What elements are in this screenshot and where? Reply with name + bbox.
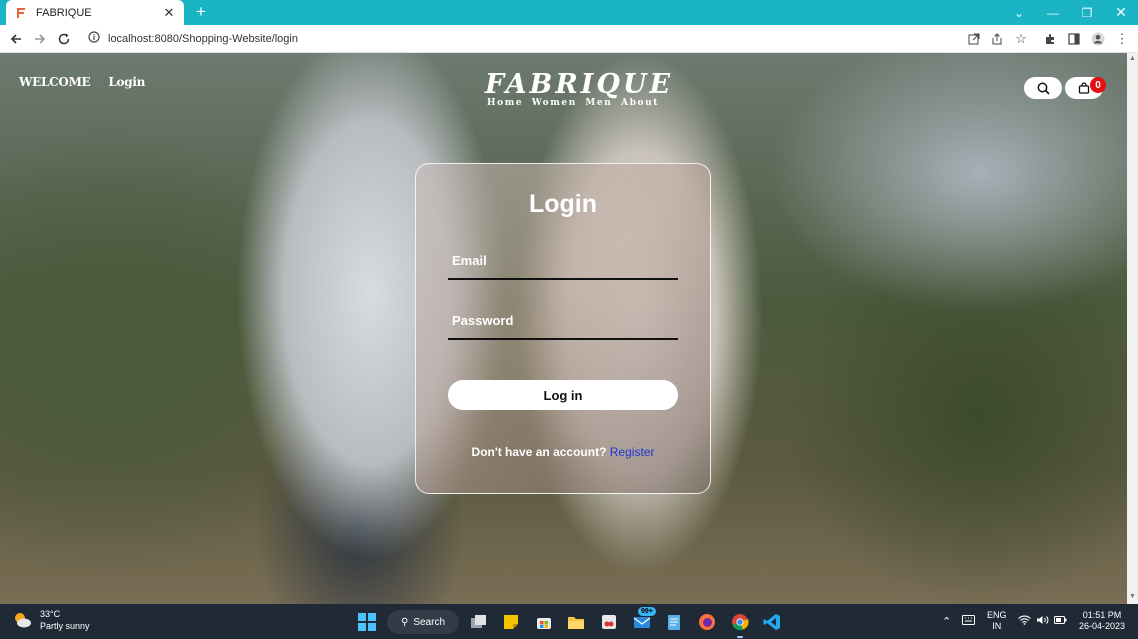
windows-logo-icon	[358, 613, 376, 631]
microsoft-store-icon[interactable]	[532, 610, 556, 634]
search-icon: ⚲	[401, 616, 409, 628]
login-title: Login	[528, 190, 598, 218]
cart-count-badge: 0	[1090, 77, 1106, 93]
nav-women[interactable]: Women	[532, 98, 577, 108]
weather-widget[interactable]: 33°C Partly sunny	[12, 608, 90, 632]
shopping-bag-icon	[1078, 82, 1090, 94]
open-in-app-icon[interactable]	[964, 29, 984, 49]
tab-strip: FABRIQUE ✕ + ⌄ — ❐ ✕	[0, 0, 1138, 25]
search-icon	[1037, 82, 1050, 95]
notepad-icon[interactable]	[662, 610, 686, 634]
wifi-icon[interactable]	[1018, 615, 1031, 628]
scroll-up-arrow-icon[interactable]: ▲	[1129, 55, 1136, 62]
taskbar-search-label: Search	[413, 616, 446, 628]
site-logo[interactable]: FABRIQUE Home Women Men About	[485, 69, 674, 109]
login-card: Login Email Password Log in Don't have a…	[415, 163, 711, 494]
chrome-icon[interactable]	[728, 610, 752, 634]
share-icon[interactable]	[987, 29, 1007, 49]
email-placeholder: Email	[452, 253, 487, 268]
tab-title: FABRIQUE	[36, 6, 92, 19]
vscode-icon[interactable]	[760, 610, 784, 634]
scroll-down-arrow-icon[interactable]: ▼	[1129, 593, 1136, 600]
side-panel-icon[interactable]	[1064, 29, 1084, 49]
show-hidden-icons-chevron-icon[interactable]: ⌃	[942, 615, 951, 628]
tab-search-chevron-icon[interactable]: ⌄	[1002, 0, 1036, 25]
sticky-notes-icon[interactable]	[499, 610, 523, 634]
forward-button[interactable]	[30, 29, 50, 49]
firefox-icon[interactable]	[695, 610, 719, 634]
register-link[interactable]: Register	[610, 445, 655, 459]
tab-close-icon[interactable]: ✕	[162, 5, 176, 21]
nav-welcome[interactable]: WELCOME	[19, 75, 91, 89]
nav-home[interactable]: Home	[487, 98, 523, 108]
chrome-active-indicator	[737, 636, 743, 638]
partly-sunny-icon	[15, 613, 31, 628]
login-page: WELCOME Login FABRIQUE Home Women Men Ab…	[0, 53, 1127, 604]
register-prompt: Don't have an account?	[471, 445, 607, 459]
browser-tab[interactable]: FABRIQUE ✕	[6, 0, 184, 25]
browser-menu-icon[interactable]: ⋮	[1112, 29, 1132, 49]
site-info-icon[interactable]	[88, 30, 100, 48]
taskbar-search[interactable]: ⚲ Search	[387, 610, 459, 634]
windows-taskbar: 33°C Partly sunny ⚲ Search 99+ ⌃ ENG IN …	[0, 604, 1138, 639]
site-nav-left: WELCOME Login	[19, 75, 145, 89]
clock-time: 01:51 PM	[1082, 610, 1122, 620]
start-button[interactable]	[355, 610, 379, 634]
region-code: IN	[992, 621, 1002, 631]
address-bar[interactable]: localhost:8080/Shopping-Website/login	[80, 28, 960, 50]
restore-button[interactable]: ❐	[1070, 0, 1104, 25]
bookmark-star-icon[interactable]: ☆	[1011, 29, 1031, 49]
keyboard-icon[interactable]	[962, 615, 975, 628]
url-text[interactable]: localhost:8080/Shopping-Website/login	[108, 33, 298, 45]
nav-login[interactable]: Login	[108, 75, 145, 89]
clock-date: 26-04-2023	[1078, 621, 1126, 631]
back-button[interactable]	[6, 29, 26, 49]
volume-icon[interactable]	[1036, 615, 1049, 628]
fabrique-favicon-icon	[14, 6, 28, 20]
snipping-tool-icon[interactable]	[597, 610, 621, 634]
nav-about[interactable]: About	[621, 98, 659, 108]
register-prompt-line: Don't have an account? Register	[416, 445, 710, 459]
reload-button[interactable]	[54, 29, 74, 49]
task-view-icon[interactable]	[467, 610, 491, 634]
mail-unread-badge: 99+	[638, 607, 656, 616]
email-field[interactable]: Email	[448, 250, 678, 280]
window-close-button[interactable]: ✕	[1104, 0, 1138, 25]
battery-icon[interactable]	[1054, 615, 1067, 628]
page-scrollbar[interactable]: ▲ ▼	[1127, 53, 1138, 604]
password-field[interactable]: Password	[448, 310, 678, 340]
language-code: ENG	[987, 610, 1007, 620]
profile-avatar-icon[interactable]	[1088, 29, 1108, 49]
nav-men[interactable]: Men	[585, 98, 612, 108]
new-tab-button[interactable]: +	[192, 3, 210, 21]
clock[interactable]: 01:51 PM 26-04-2023	[1078, 610, 1126, 632]
password-placeholder: Password	[452, 313, 514, 328]
weather-temperature: 33°C	[40, 609, 61, 619]
extensions-icon[interactable]	[1040, 29, 1060, 49]
input-language[interactable]: ENG IN	[987, 610, 1007, 632]
logo-nav: Home Women Men About	[485, 98, 665, 108]
search-button[interactable]	[1024, 77, 1062, 99]
minimize-button[interactable]: —	[1036, 0, 1070, 25]
logo-text: FABRIQUE	[485, 69, 674, 100]
browser-toolbar: localhost:8080/Shopping-Website/login ☆ …	[0, 25, 1138, 53]
file-explorer-icon[interactable]	[564, 610, 588, 634]
weather-description: Partly sunny	[40, 621, 90, 631]
login-submit-button[interactable]: Log in	[448, 380, 678, 410]
